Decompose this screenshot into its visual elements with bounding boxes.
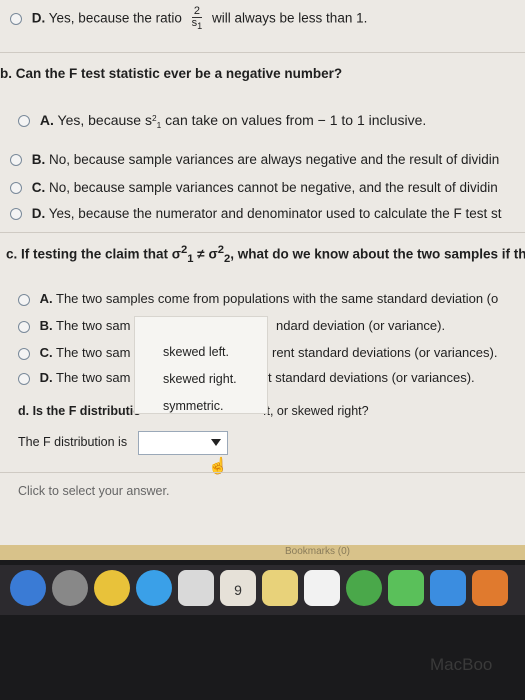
option-b-c[interactable]: C. No, because sample variances cannot b… bbox=[10, 180, 498, 195]
hand-cursor-icon: ☝ bbox=[208, 458, 228, 475]
siri-icon[interactable] bbox=[10, 570, 46, 606]
radio-button[interactable] bbox=[10, 154, 22, 167]
chrome-icon[interactable] bbox=[94, 570, 130, 606]
question-b: b. Can the F test statistic ever be a ne… bbox=[0, 66, 343, 81]
calendar-icon[interactable]: 9 bbox=[220, 570, 256, 606]
answer-select[interactable] bbox=[138, 431, 228, 455]
bookmarks-label[interactable]: Bookmarks (0) bbox=[285, 546, 350, 557]
option-c-c[interactable]: C. The two sam rent standard deviations … bbox=[18, 345, 497, 360]
option-d-ratio[interactable]: D. Yes, because the ratio 2 s1 will alwa… bbox=[10, 6, 367, 32]
dropdown-menu: skewed left. skewed right. symmetric. bbox=[134, 316, 268, 414]
option-c-b[interactable]: B. The two sam ndard deviation (or varia… bbox=[18, 318, 445, 333]
itunes-icon[interactable] bbox=[472, 570, 508, 606]
facetime-icon[interactable] bbox=[388, 570, 424, 606]
option-c-d[interactable]: D. The two sam t standard deviations (or… bbox=[18, 370, 475, 385]
option-b-d[interactable]: D. Yes, because the numerator and denomi… bbox=[10, 206, 502, 221]
divider bbox=[0, 232, 525, 233]
option-c-a[interactable]: A. The two samples come from populations… bbox=[18, 291, 498, 306]
menu-option-skewed-left[interactable]: skewed left. bbox=[163, 345, 229, 359]
radio-button[interactable] bbox=[18, 372, 30, 385]
safari-icon[interactable] bbox=[136, 570, 172, 606]
launchpad-icon[interactable] bbox=[52, 570, 88, 606]
radio-button[interactable] bbox=[18, 347, 30, 360]
laptop-brand-label: MacBoo bbox=[430, 655, 493, 674]
radio-button[interactable] bbox=[10, 182, 22, 195]
radio-button[interactable] bbox=[18, 115, 30, 128]
photos-icon[interactable] bbox=[304, 570, 340, 606]
bookmarks-bar bbox=[0, 545, 525, 560]
question-c: c. If testing the claim that σ21 ≠ σ22, … bbox=[6, 244, 525, 266]
notes-icon[interactable] bbox=[262, 570, 298, 606]
menu-option-symmetric[interactable]: symmetric. bbox=[163, 399, 223, 413]
fraction: 2 s1 bbox=[191, 5, 203, 32]
chevron-down-icon bbox=[211, 439, 221, 446]
question-d: d. Is the F distributio ft, or skewed ri… bbox=[18, 404, 369, 418]
divider bbox=[0, 472, 525, 473]
menu-option-skewed-right[interactable]: skewed right. bbox=[163, 372, 237, 386]
dock: 9 bbox=[0, 565, 525, 615]
radio-button[interactable] bbox=[18, 293, 30, 306]
option-b-a[interactable]: A. Yes, because s21 can take on values f… bbox=[18, 112, 426, 130]
messages-icon[interactable] bbox=[346, 570, 382, 606]
click-instruction: Click to select your answer. bbox=[18, 484, 170, 498]
app-store-icon[interactable] bbox=[430, 570, 466, 606]
radio-button[interactable] bbox=[10, 208, 22, 221]
f-distribution-label: The F distribution is bbox=[18, 435, 128, 449]
option-b-b[interactable]: B. No, because sample variances are alwa… bbox=[10, 152, 499, 167]
divider bbox=[0, 52, 525, 53]
browser-content: D. Yes, because the ratio 2 s1 will alwa… bbox=[0, 0, 525, 560]
radio-button[interactable] bbox=[18, 320, 30, 333]
mail-icon[interactable] bbox=[178, 570, 214, 606]
radio-button[interactable] bbox=[10, 13, 22, 26]
